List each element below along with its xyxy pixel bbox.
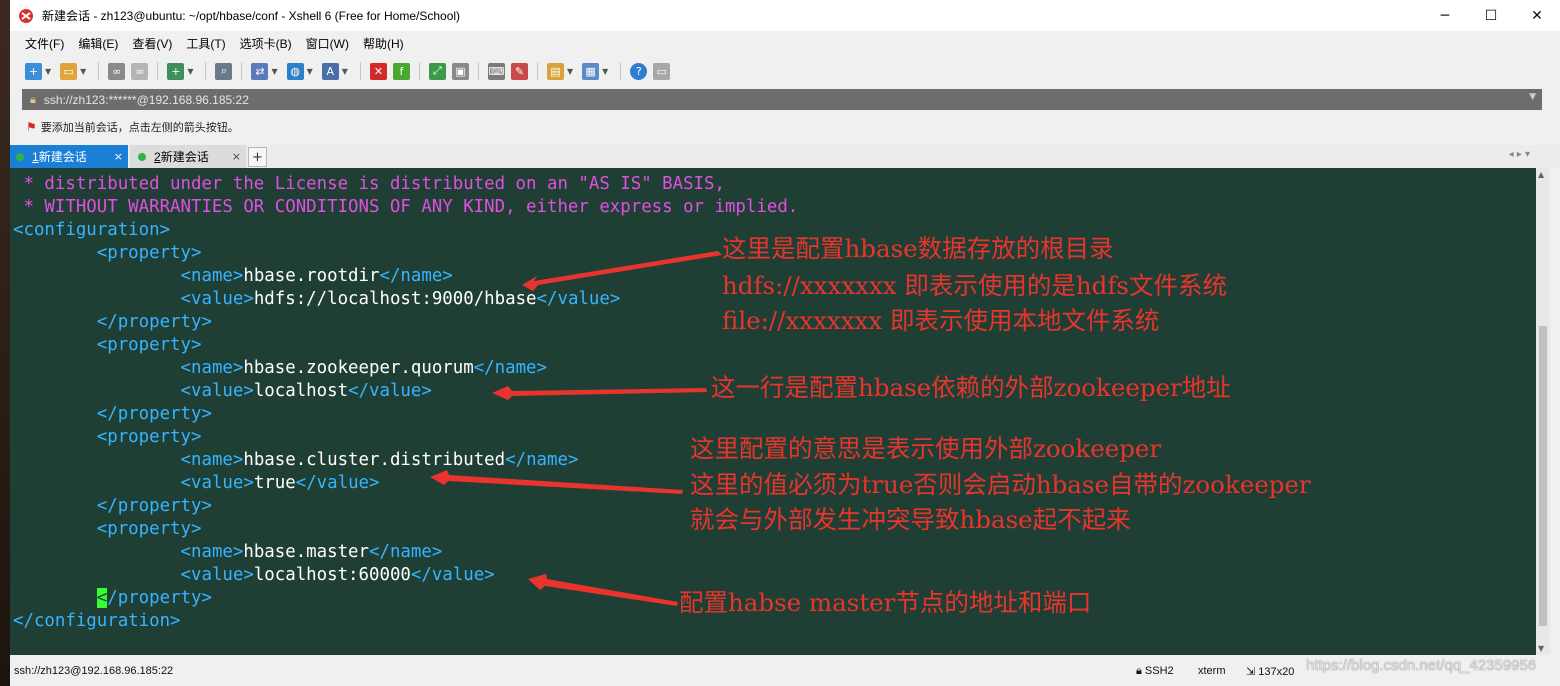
- annotation-arrows: [430, 251, 722, 606]
- annotation-rootdir-2: hdfs://xxxxxxx 即表示使用的是hdfs文件系统: [722, 271, 1227, 300]
- annotation-quorum: 这一行是配置hbase依赖的外部zookeeper地址: [711, 373, 1231, 402]
- annotation-arrow: [528, 574, 678, 606]
- annotation-arrow: [492, 386, 707, 400]
- annotation-master: 配置habse master节点的地址和端口: [679, 588, 1092, 617]
- annotation-rootdir-1: 这里是配置hbase数据存放的根目录: [722, 234, 1114, 263]
- annotation-arrow: [430, 470, 683, 494]
- annotation-distributed-3: 就会与外部发生冲突导致hbase起不起来: [690, 505, 1131, 534]
- annotation-arrow: [522, 251, 722, 291]
- annotation-rootdir-3: file://xxxxxxx 即表示使用本地文件系统: [722, 306, 1160, 335]
- annotation-distributed-1: 这里配置的意思是表示使用外部zookeeper: [690, 434, 1162, 463]
- watermark: https://blog.csdn.net/qq_42359956: [1306, 657, 1537, 674]
- annotation-distributed-2: 这里的值必须为true否则会启动hbase自带的zookeeper: [690, 470, 1311, 499]
